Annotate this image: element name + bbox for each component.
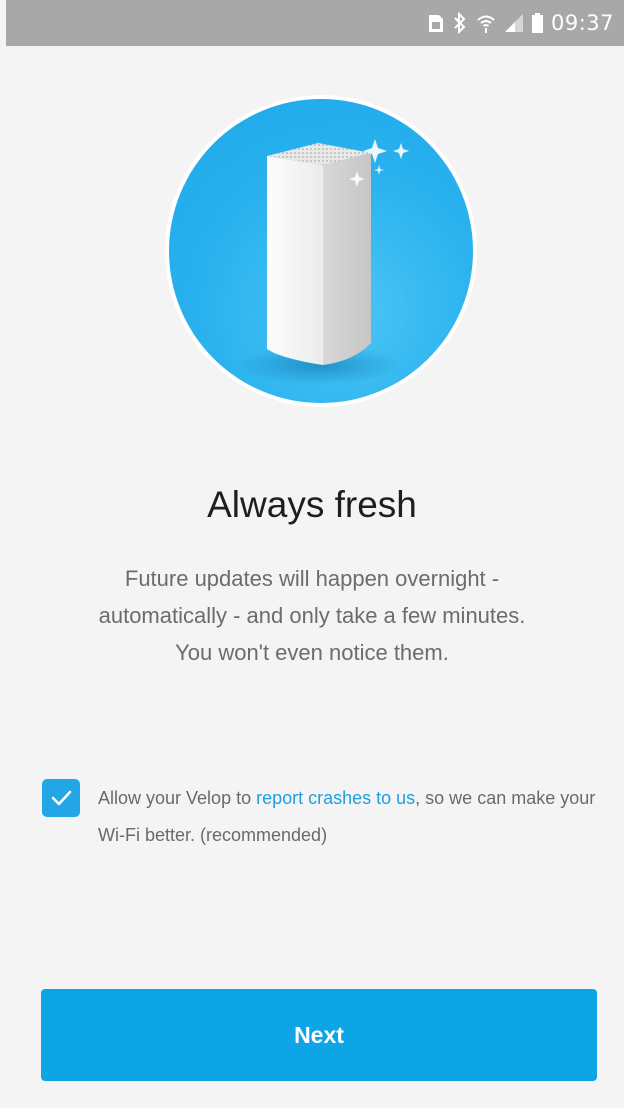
description-line-2: You won't even notice them. <box>175 640 449 665</box>
hero-circle <box>169 99 473 403</box>
next-button[interactable]: Next <box>41 989 597 1081</box>
consent-text: Allow your Velop to report crashes to us… <box>98 780 608 854</box>
sim-icon <box>428 13 444 33</box>
checkmark-icon <box>51 790 72 806</box>
bluetooth-icon <box>453 12 467 34</box>
consent-text-before: Allow your Velop to <box>98 788 257 808</box>
description: Future updates will happen overnight - a… <box>60 560 564 671</box>
crash-report-checkbox[interactable] <box>42 779 80 817</box>
hero-illustration <box>165 95 477 407</box>
status-bar: 09:37 <box>6 0 624 46</box>
page-title: Always fresh <box>207 484 417 525</box>
battery-icon <box>531 13 543 33</box>
description-line-1: Future updates will happen overnight - a… <box>98 566 526 628</box>
signal-icon <box>504 14 523 32</box>
report-crashes-link[interactable]: report crashes to us <box>256 788 415 808</box>
status-time: 09:37 <box>550 11 614 35</box>
wifi-icon <box>476 13 496 33</box>
velop-node-icon <box>237 139 409 385</box>
